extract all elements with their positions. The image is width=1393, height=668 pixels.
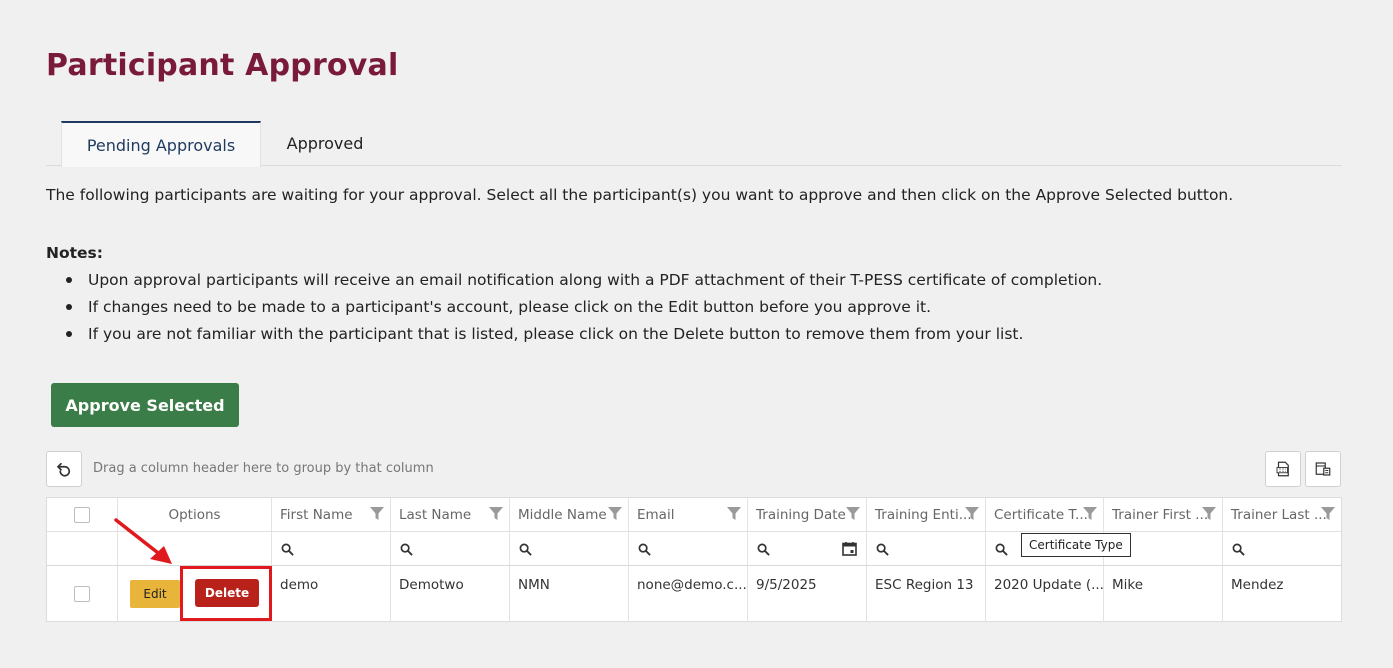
header-trainer-first[interactable]: Trainer First ... <box>1104 498 1223 531</box>
cell-training-date: 9/5/2025 <box>748 566 867 622</box>
select-all-checkbox[interactable] <box>74 506 90 523</box>
header-middle-name[interactable]: Middle Name <box>510 498 629 531</box>
filter-icon[interactable] <box>608 507 622 521</box>
header-training-entity[interactable]: Training Enti... <box>867 498 986 531</box>
column-chooser-icon <box>1315 462 1331 476</box>
header-label: Training Date <box>756 506 846 523</box>
header-last-name[interactable]: Last Name <box>391 498 510 531</box>
filter-icon[interactable] <box>1321 507 1335 521</box>
cell-trainer-last: Mendez <box>1231 577 1284 593</box>
filter-icon[interactable] <box>727 507 741 521</box>
search-icon <box>876 543 889 556</box>
filter-email[interactable] <box>629 532 748 565</box>
header-label: Training Enti... <box>875 506 972 523</box>
search-icon <box>995 543 1008 556</box>
cell-training-entity: ESC Region 13 <box>867 566 986 622</box>
filter-first-name[interactable] <box>272 532 391 565</box>
tab-bar: Pending Approvals Approved <box>46 121 1342 167</box>
grid-header-row: Options First Name Last Name Middle Name… <box>47 498 1341 532</box>
filter-icon[interactable] <box>846 507 860 521</box>
cell-middle-name: NMN <box>510 566 629 622</box>
group-panel-hint: Drag a column header here to group by th… <box>93 461 434 476</box>
header-label: Middle Name <box>518 506 607 523</box>
notes-title: Notes: <box>46 244 103 262</box>
header-label: Certificate T... <box>994 506 1088 523</box>
column-chooser-button[interactable] <box>1305 451 1341 487</box>
search-icon <box>1232 543 1245 556</box>
undo-icon <box>57 462 71 477</box>
filter-cell-empty <box>47 532 118 565</box>
note-item: If changes need to be made to a particip… <box>65 296 1102 323</box>
filter-trainer-last[interactable] <box>1223 532 1341 565</box>
delete-highlight-box <box>180 566 272 621</box>
header-training-date[interactable]: Training Date <box>748 498 867 531</box>
header-label: Last Name <box>399 506 472 523</box>
header-certificate-type[interactable]: Certificate T... <box>986 498 1104 531</box>
notes-list: Upon approval participants will receive … <box>65 269 1102 350</box>
tab-pending-approvals[interactable]: Pending Approvals <box>61 121 261 167</box>
cell-first-name: demo <box>272 566 391 622</box>
filter-icon[interactable] <box>965 507 979 521</box>
export-csv-button[interactable] <box>1265 451 1301 487</box>
annotation-arrow-icon <box>114 518 172 564</box>
header-label: Trainer Last ... <box>1231 506 1327 523</box>
cell-last-name: Demotwo <box>391 566 510 622</box>
header-label: First Name <box>280 506 353 523</box>
filter-last-name[interactable] <box>391 532 510 565</box>
filter-training-date[interactable] <box>748 532 867 565</box>
header-email[interactable]: Email <box>629 498 748 531</box>
cell-trainer-first: Mike <box>1104 566 1223 622</box>
filter-icon[interactable] <box>489 507 503 521</box>
note-item: Upon approval participants will receive … <box>65 269 1102 296</box>
row-select-cell <box>47 566 118 622</box>
row-select-checkbox[interactable] <box>74 586 90 602</box>
filter-middle-name[interactable] <box>510 532 629 565</box>
edit-button[interactable]: Edit <box>130 580 180 608</box>
search-icon <box>281 543 294 556</box>
calendar-icon[interactable] <box>842 541 857 556</box>
reset-layout-button[interactable] <box>46 451 82 487</box>
search-icon <box>519 543 532 556</box>
search-icon <box>400 543 413 556</box>
header-first-name[interactable]: First Name <box>272 498 391 531</box>
page-title: Participant Approval <box>46 48 399 83</box>
filter-training-entity[interactable] <box>867 532 986 565</box>
select-all-cell <box>47 498 118 531</box>
approve-selected-button[interactable]: Approve Selected <box>51 383 239 427</box>
filter-icon[interactable] <box>1202 507 1216 521</box>
note-item: If you are not familiar with the partici… <box>65 323 1102 350</box>
filter-icon[interactable] <box>370 507 384 521</box>
column-tooltip: Certificate Type <box>1021 533 1131 557</box>
intro-text: The following participants are waiting f… <box>46 186 1234 204</box>
search-icon <box>638 543 651 556</box>
filter-icon[interactable] <box>1083 507 1097 521</box>
header-trainer-last[interactable]: Trainer Last ... <box>1223 498 1341 531</box>
cell-email: none@demo.c... <box>629 566 748 622</box>
search-icon <box>757 543 770 556</box>
grid-filter-row <box>47 532 1341 566</box>
header-label: Trainer First ... <box>1112 506 1209 523</box>
cell-certificate-type: 2020 Update (... <box>986 566 1104 622</box>
header-label: Email <box>637 506 675 523</box>
csv-file-icon <box>1276 461 1289 477</box>
tab-approved[interactable]: Approved <box>271 121 379 166</box>
